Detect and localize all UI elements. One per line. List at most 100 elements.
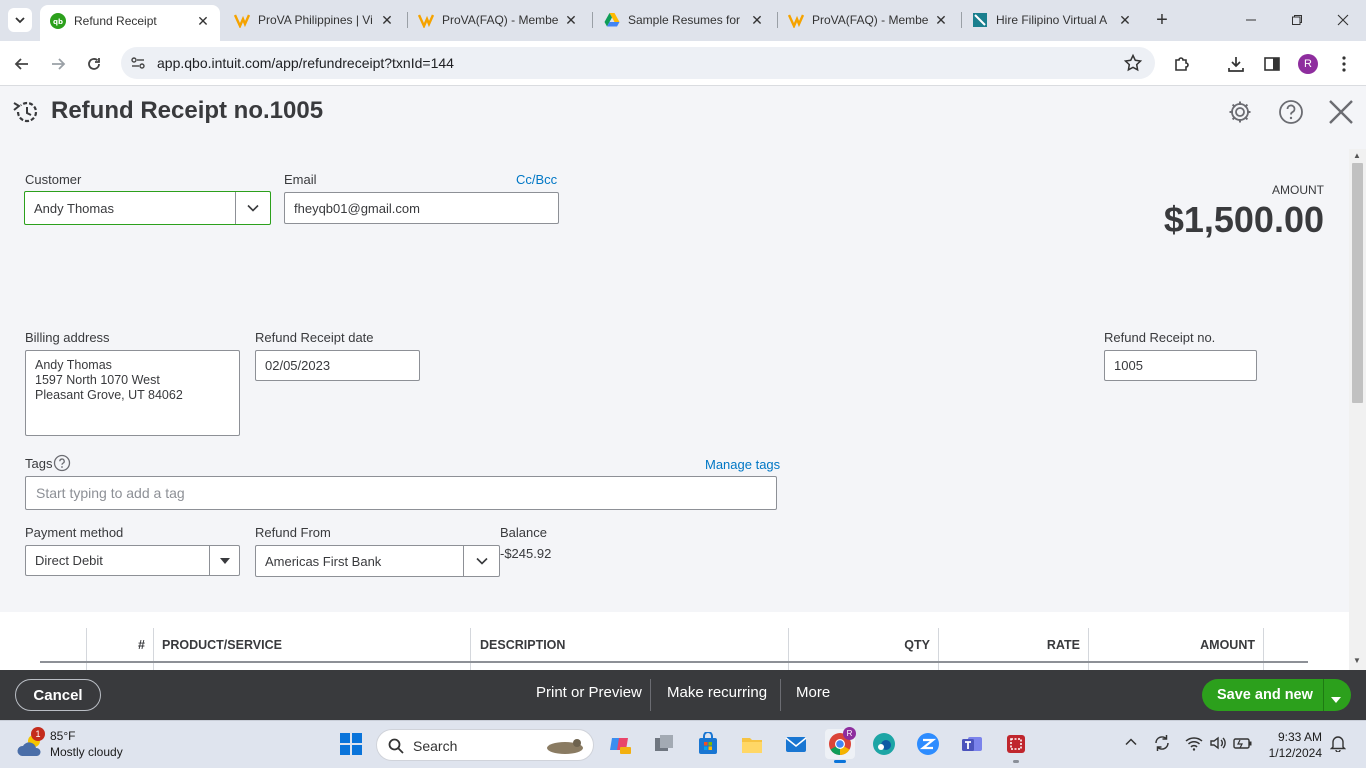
copilot-app[interactable]: [605, 729, 635, 759]
restore-button[interactable]: [1274, 6, 1320, 34]
bookmark-star-icon[interactable]: [1123, 53, 1143, 76]
cancel-button[interactable]: Cancel: [15, 679, 101, 711]
close-tab-icon[interactable]: ✕: [564, 12, 578, 29]
volume-tray-icon[interactable]: [1209, 734, 1227, 755]
help-button[interactable]: [1277, 98, 1305, 126]
refund-from-select[interactable]: Americas First Bank: [255, 545, 500, 577]
search-highlight-image-icon: [547, 739, 583, 754]
save-options-caret-icon[interactable]: [1331, 691, 1341, 707]
prova-icon: [234, 12, 250, 28]
tab-title: Sample Resumes for: [628, 13, 741, 27]
forward-button[interactable]: [45, 51, 71, 77]
close-tab-icon[interactable]: ✕: [380, 12, 394, 29]
tab-title: ProVA Philippines | Vi: [258, 13, 373, 27]
scroll-down-arrow-icon[interactable]: ▼: [1353, 656, 1361, 665]
email-input[interactable]: fheyqb01@gmail.com: [284, 192, 559, 224]
recent-transactions-icon[interactable]: [12, 99, 40, 128]
edge-app[interactable]: [869, 729, 899, 759]
tab-sample-resumes[interactable]: Sample Resumes for ✕: [594, 5, 774, 35]
save-and-new-button[interactable]: Save and new: [1202, 679, 1351, 711]
scrollbar-thumb[interactable]: [1352, 163, 1363, 403]
task-view-app[interactable]: [649, 729, 679, 759]
payment-method-dropdown-button[interactable]: [209, 546, 239, 575]
snipping-tool-app[interactable]: [1001, 729, 1031, 763]
browser-tab-bar: qb Refund Receipt ✕ ProVA Philippines | …: [0, 0, 1366, 41]
sync-tray-icon[interactable]: [1153, 734, 1171, 755]
back-button[interactable]: [9, 51, 35, 77]
taskbar-search[interactable]: Search: [376, 729, 594, 761]
system-clock[interactable]: 9:33 AM 1/12/2024: [1269, 729, 1322, 761]
reload-icon: [88, 58, 100, 70]
teams-app[interactable]: [957, 729, 987, 759]
arrow-right-icon: [52, 58, 66, 70]
make-recurring-button[interactable]: Make recurring: [667, 684, 767, 701]
scroll-up-arrow-icon[interactable]: ▲: [1353, 151, 1361, 160]
customer-dropdown-button[interactable]: [235, 192, 270, 224]
refund-from-dropdown-button[interactable]: [463, 546, 499, 576]
refund-from-label: Refund From: [255, 525, 331, 540]
quickbooks-icon: qb: [50, 13, 66, 29]
cc-bcc-link[interactable]: Cc/Bcc: [516, 172, 557, 187]
start-button[interactable]: [336, 729, 366, 759]
column-header-amount: AMOUNT: [1200, 638, 1255, 652]
battery-tray-icon[interactable]: [1233, 734, 1253, 755]
bell-icon: [1329, 736, 1347, 753]
close-window-button[interactable]: [1320, 6, 1366, 34]
reload-button[interactable]: [81, 51, 107, 77]
tab-prova-faq-2[interactable]: ProVA(FAQ) - Membe ✕: [778, 5, 958, 35]
receipt-date-input[interactable]: 02/05/2023: [255, 350, 420, 381]
chrome-app[interactable]: R: [825, 727, 856, 763]
site-settings-icon[interactable]: [130, 55, 146, 74]
gear-icon: [1229, 101, 1251, 123]
downloads-button[interactable]: [1224, 52, 1248, 76]
close-tab-icon[interactable]: ✕: [750, 12, 764, 29]
chevron-up-icon: [1125, 738, 1137, 746]
tab-title: ProVA(FAQ) - Membe: [812, 13, 928, 27]
address-bar[interactable]: app.qbo.intuit.com/app/refundreceipt?txn…: [121, 47, 1155, 79]
more-button[interactable]: More: [796, 684, 830, 701]
notifications-button[interactable]: [1329, 734, 1347, 755]
close-tab-icon[interactable]: ✕: [196, 13, 210, 30]
tab-hire-filipino[interactable]: Hire Filipino Virtual A ✕: [962, 5, 1142, 35]
tags-input[interactable]: Start typing to add a tag: [25, 476, 777, 510]
file-explorer-app[interactable]: [737, 729, 767, 759]
show-hidden-icons-button[interactable]: [1124, 735, 1138, 752]
close-tab-icon[interactable]: ✕: [934, 12, 948, 29]
tags-help-icon[interactable]: [53, 454, 71, 475]
wifi-tray-icon[interactable]: [1185, 734, 1203, 755]
puzzle-icon: [1175, 57, 1189, 71]
tab-prova-philippines[interactable]: ProVA Philippines | Vi ✕: [224, 5, 404, 35]
prova-icon: [788, 12, 804, 28]
close-tab-icon[interactable]: ✕: [1118, 12, 1132, 29]
new-tab-button[interactable]: +: [1150, 8, 1174, 32]
profile-button[interactable]: R: [1296, 52, 1320, 76]
customer-select[interactable]: Andy Thomas: [24, 191, 271, 225]
balance-label: Balance: [500, 525, 547, 540]
chevron-down-icon: [247, 204, 259, 212]
form-footer: Cancel Print or Preview Make recurring M…: [0, 670, 1366, 720]
print-preview-button[interactable]: Print or Preview: [536, 684, 642, 701]
browser-menu-button[interactable]: [1332, 52, 1356, 76]
receipt-no-input[interactable]: 1005: [1104, 350, 1257, 381]
minimize-button[interactable]: [1228, 6, 1274, 34]
sync-icon: [1155, 735, 1169, 751]
teams-icon: [962, 737, 982, 751]
caret-down-icon: [219, 557, 230, 564]
mail-app[interactable]: [781, 729, 811, 759]
extensions-button[interactable]: [1170, 52, 1194, 76]
billing-address-textarea[interactable]: Andy Thomas 1597 North 1070 West Pleasan…: [25, 350, 240, 436]
page-scrollbar[interactable]: ▲ ▼: [1349, 149, 1366, 670]
tab-prova-faq[interactable]: ProVA(FAQ) - Membe ✕: [408, 5, 588, 35]
tab-refund-receipt[interactable]: qb Refund Receipt ✕: [40, 5, 220, 41]
plus-icon: +: [1156, 8, 1168, 31]
close-form-button[interactable]: [1327, 98, 1355, 126]
microsoft-store-app[interactable]: [693, 729, 723, 759]
settings-button[interactable]: [1226, 98, 1254, 126]
tab-search-button[interactable]: [8, 8, 32, 32]
page-title: Refund Receipt no.1005: [51, 97, 324, 124]
side-panel-button[interactable]: [1260, 52, 1284, 76]
zoom-app[interactable]: [913, 729, 943, 759]
payment-method-select[interactable]: Direct Debit: [25, 545, 240, 576]
manage-tags-link[interactable]: Manage tags: [705, 457, 780, 472]
speaker-icon: [1210, 736, 1226, 750]
